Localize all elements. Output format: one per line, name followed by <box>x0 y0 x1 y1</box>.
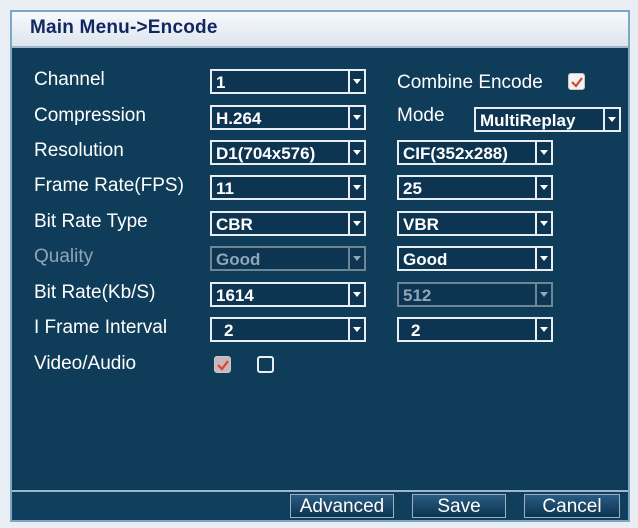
checkmark-icon <box>217 360 229 371</box>
main-iframe-select[interactable]: 2 <box>210 317 366 342</box>
audio-checkbox[interactable] <box>257 356 274 373</box>
chevron-down-icon[interactable] <box>348 319 364 340</box>
chevron-down-icon[interactable] <box>348 107 364 128</box>
extra-bit-rate-type-select[interactable]: VBR <box>397 211 553 236</box>
mode-value: MultiReplay <box>480 111 576 130</box>
compression-label: Compression <box>34 105 146 126</box>
chevron-down-icon <box>348 248 364 269</box>
channel-label: Channel <box>34 69 105 90</box>
extra-quality-select[interactable]: Good <box>397 246 553 271</box>
chevron-down-icon[interactable] <box>348 142 364 163</box>
main-resolution-value: D1(704x576) <box>216 144 316 163</box>
chevron-down-icon[interactable] <box>535 142 551 163</box>
chevron-down-icon[interactable] <box>535 177 551 198</box>
compression-select[interactable]: H.264 <box>210 105 366 130</box>
chevron-down-icon[interactable] <box>348 177 364 198</box>
video-checkbox <box>214 356 231 373</box>
extra-iframe-select[interactable]: 2 <box>397 317 553 342</box>
main-bit-rate-select[interactable]: 1614 <box>210 282 366 307</box>
checkmark-icon <box>571 77 583 88</box>
bit-rate-type-label: Bit Rate Type <box>34 211 148 232</box>
main-frame-rate-value: 11 <box>216 179 234 198</box>
extra-bit-rate-value: 512 <box>403 286 432 305</box>
chevron-down-icon[interactable] <box>348 213 364 234</box>
extra-resolution-value: CIF(352x288) <box>403 144 508 163</box>
iframe-interval-label: I Frame Interval <box>34 317 168 338</box>
mode-select[interactable]: MultiReplay <box>474 107 621 132</box>
titlebar: Main Menu->Encode <box>12 12 628 48</box>
button-bar: Advanced Save Cancel <box>12 490 628 520</box>
chevron-down-icon[interactable] <box>535 213 551 234</box>
extra-resolution-select[interactable]: CIF(352x288) <box>397 140 553 165</box>
extra-bit-rate-select: 512 <box>397 282 553 307</box>
page-title: Main Menu->Encode <box>30 17 218 38</box>
combine-encode-checkbox[interactable] <box>568 73 585 90</box>
extra-bit-rate-type-value: VBR <box>403 215 439 234</box>
chevron-down-icon[interactable] <box>535 319 551 340</box>
frame-rate-label: Frame Rate(FPS) <box>34 175 184 196</box>
extra-iframe-value: 2 <box>411 321 421 340</box>
mode-label: Mode <box>397 105 445 126</box>
quality-label: Quality <box>34 246 94 267</box>
compression-value: H.264 <box>216 109 262 128</box>
encode-window: Main Menu->Encode Channel Compression Re… <box>10 10 630 522</box>
channel-select[interactable]: 1 <box>210 69 366 94</box>
bit-rate-label: Bit Rate(Kb/S) <box>34 282 156 303</box>
chevron-down-icon[interactable] <box>535 248 551 269</box>
main-bit-rate-type-value: CBR <box>216 215 253 234</box>
extra-frame-rate-select[interactable]: 25 <box>397 175 553 200</box>
main-frame-rate-select[interactable]: 11 <box>210 175 366 200</box>
advanced-button[interactable]: Advanced <box>290 494 394 518</box>
chevron-down-icon[interactable] <box>603 109 619 130</box>
resolution-label: Resolution <box>34 140 124 161</box>
main-bit-rate-value: 1614 <box>216 286 254 305</box>
chevron-down-icon[interactable] <box>348 284 364 305</box>
save-button[interactable]: Save <box>412 494 506 518</box>
chevron-down-icon <box>535 284 551 305</box>
combine-encode-label: Combine Encode <box>397 72 543 93</box>
main-iframe-value: 2 <box>224 321 234 340</box>
chevron-down-icon[interactable] <box>348 71 364 92</box>
channel-value: 1 <box>216 73 226 92</box>
cancel-button[interactable]: Cancel <box>524 494 620 518</box>
main-quality-value: Good <box>216 250 261 269</box>
extra-quality-value: Good <box>403 250 448 269</box>
main-quality-select: Good <box>210 246 366 271</box>
main-resolution-select[interactable]: D1(704x576) <box>210 140 366 165</box>
video-audio-label: Video/Audio <box>34 353 137 374</box>
main-bit-rate-type-select[interactable]: CBR <box>210 211 366 236</box>
extra-frame-rate-value: 25 <box>403 179 422 198</box>
